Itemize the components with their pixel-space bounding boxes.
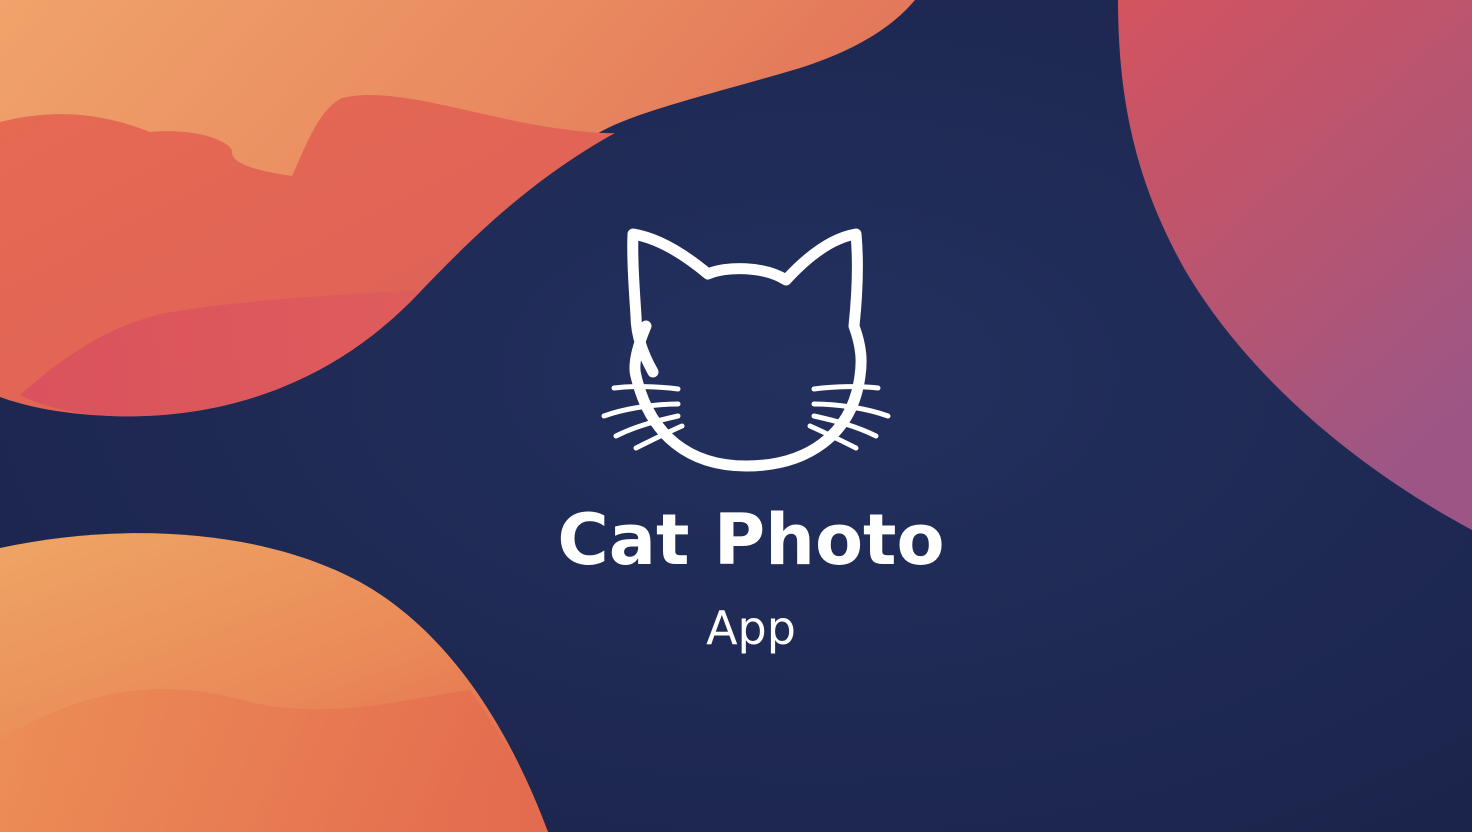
logo (586, 226, 906, 476)
blob-right-circle (1118, 0, 1472, 530)
cat-head-outline-icon (601, 228, 891, 472)
splash-screen: Cat Photo App (0, 0, 1472, 832)
app-title: Cat Photo (557, 499, 945, 581)
blob-bottom-left-wave (0, 689, 548, 832)
app-subtitle: App (706, 601, 796, 655)
